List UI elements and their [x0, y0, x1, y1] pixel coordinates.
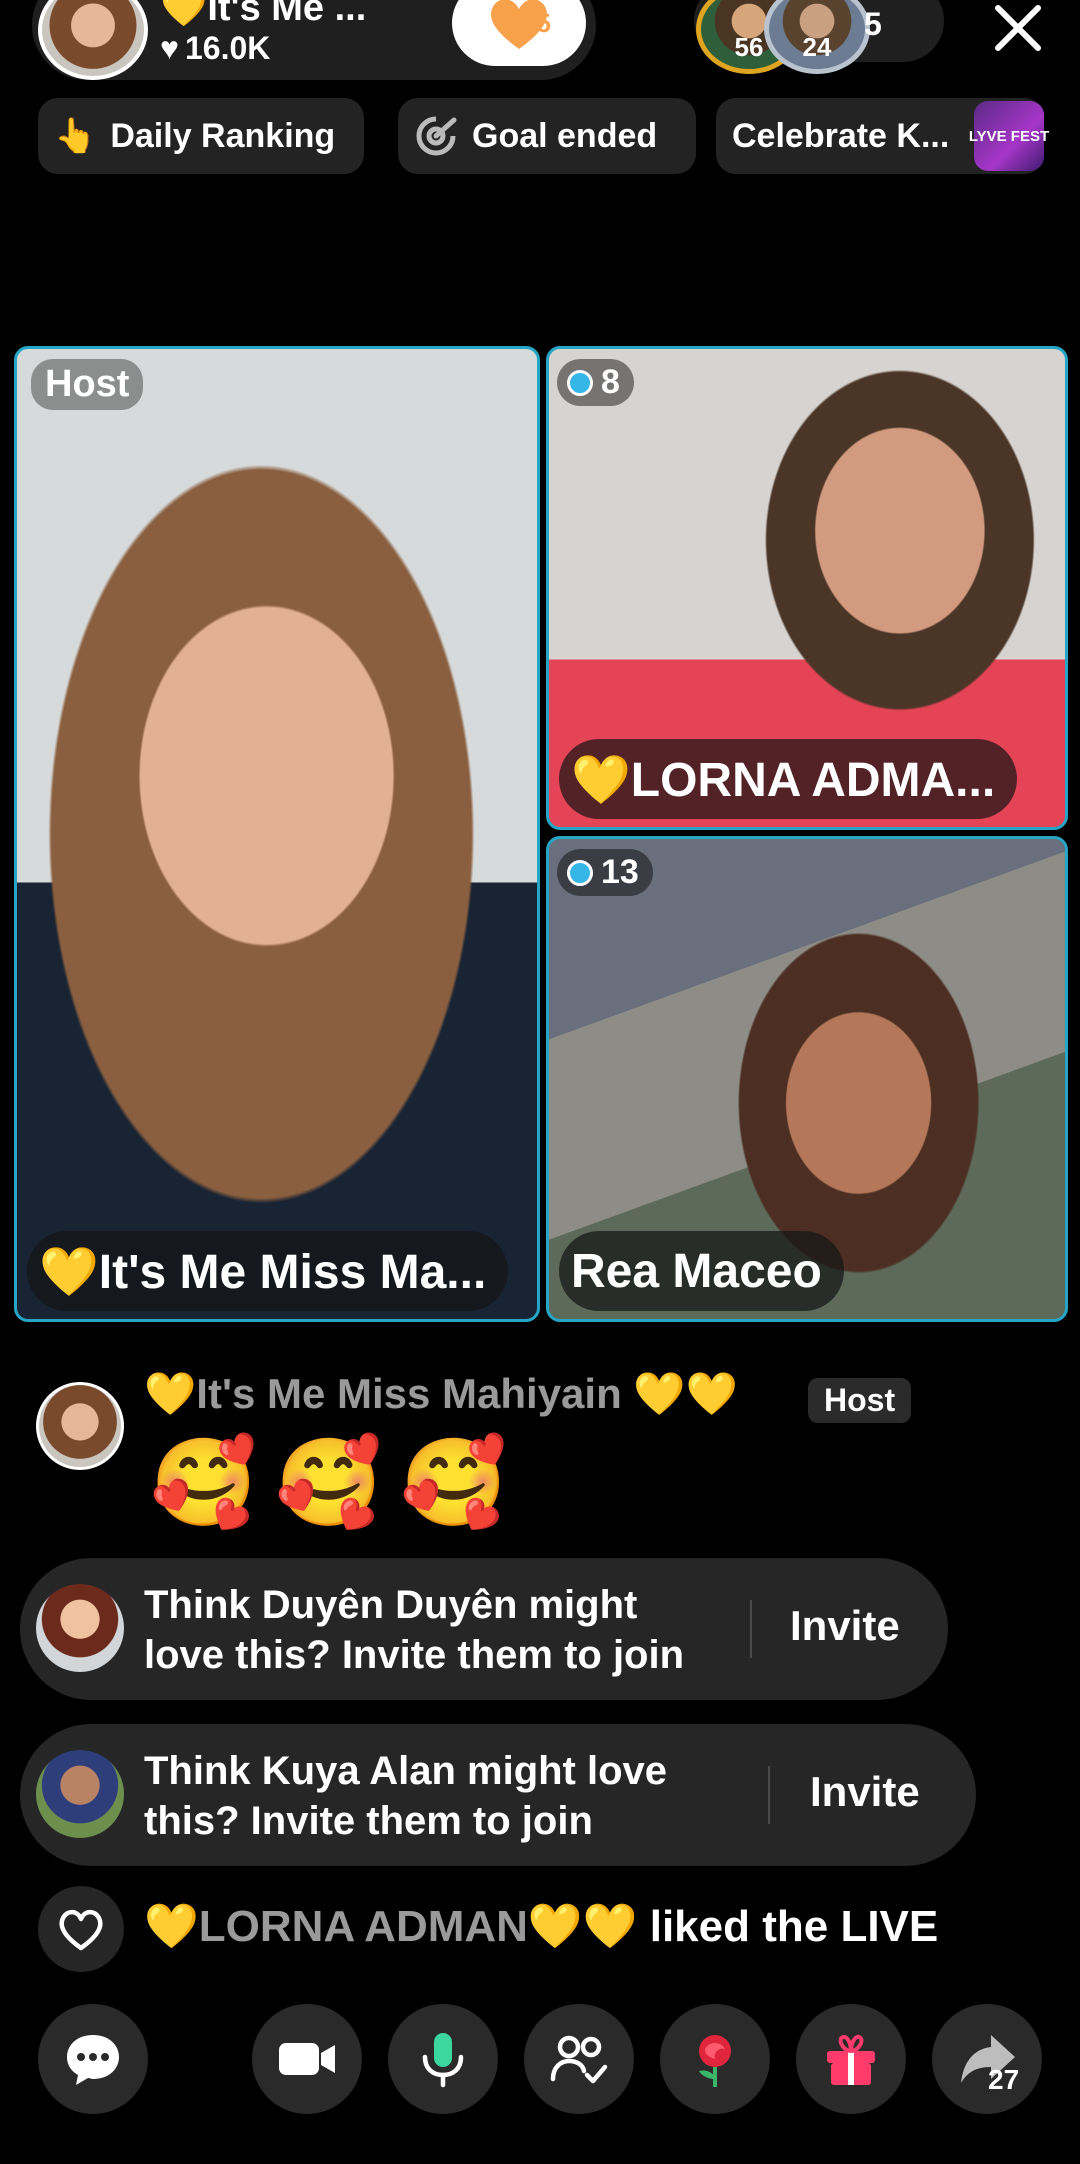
celebrate-label: Celebrate K... — [732, 116, 950, 155]
guest-video-tile[interactable]: 8 💛LORNA ADMA... — [546, 346, 1068, 830]
chat-sender-avatar[interactable] — [36, 1382, 124, 1470]
invite-button[interactable]: Invite — [810, 1768, 920, 1816]
daily-ranking-label: Daily Ranking — [110, 116, 336, 155]
host-likes: ♥ 16.0K — [160, 30, 270, 67]
guest-tile-name[interactable]: 💛LORNA ADMA... — [559, 739, 1018, 819]
host-tile-name[interactable]: 💛It's Me Miss Ma... — [27, 1231, 509, 1311]
goal-label: Goal ended — [472, 116, 658, 155]
invite-text-line: Think Duyên Duyên might — [144, 1583, 638, 1627]
rose-gift-button[interactable] — [660, 2004, 770, 2114]
gift-button[interactable] — [796, 2004, 906, 2114]
guest-rank-badge: 8 — [557, 359, 634, 406]
guest-rank-value: 8 — [601, 363, 620, 401]
invite-text-line: this? Invite them to join — [144, 1799, 593, 1843]
invite-text-line: Think Kuya Alan might love — [144, 1749, 668, 1793]
guest-tile-name[interactable]: Rea Maceo — [559, 1231, 844, 1311]
chat-message: 🥰🥰🥰 — [150, 1435, 526, 1531]
close-button[interactable] — [990, 0, 1046, 56]
heart-outline-icon — [59, 1909, 103, 1951]
camera-button[interactable] — [252, 2004, 362, 2114]
daily-ranking-chip[interactable]: 👆 Daily Ranking — [38, 98, 364, 174]
like-event-action: liked the LIVE — [637, 1902, 939, 1951]
comment-button[interactable] — [38, 2004, 148, 2114]
suggested-user-avatar — [36, 1750, 124, 1838]
viewer-badge: 24 — [802, 32, 832, 62]
invite-text: Think Kuya Alan might love this? Invite … — [144, 1746, 667, 1846]
close-icon — [995, 5, 1041, 51]
target-icon — [416, 116, 457, 156]
video-camera-icon — [279, 2043, 335, 2075]
invite-button[interactable]: Invite — [790, 1602, 900, 1650]
host-name: 💛It's Me ... — [160, 0, 367, 29]
people-check-icon — [550, 2035, 608, 2084]
like-event-user[interactable]: 💛LORNA ADMAN💛💛 — [144, 1902, 638, 1951]
guest-rank-badge: 13 — [557, 849, 653, 896]
viewer-badge: 56 — [734, 32, 764, 62]
invite-text: Think Duyên Duyên might love this? Invit… — [144, 1580, 684, 1680]
rose-icon — [699, 2035, 731, 2087]
invite-suggestion: Think Duyên Duyên might love this? Invit… — [20, 1558, 948, 1700]
divider — [768, 1766, 770, 1824]
invite-text-line: love this? Invite them to join — [144, 1633, 685, 1677]
share-count: 27 — [988, 2064, 1020, 2095]
rank-icon — [567, 369, 593, 396]
like-event-icon — [38, 1886, 124, 1972]
chat-bubble-icon — [67, 2035, 119, 2085]
guests-button[interactable] — [524, 2004, 634, 2114]
hand-icon: 👆 — [54, 117, 97, 155]
guest-rank-value: 13 — [601, 853, 639, 891]
rank-icon — [567, 859, 593, 886]
host-likes-count: 16.0K — [185, 30, 271, 66]
viewer-count[interactable]: 5 — [864, 6, 882, 43]
celebrate-chip[interactable]: Celebrate K... LYVE FEST — [716, 98, 1049, 174]
like-event-text: 💛LORNA ADMAN💛💛 liked the LIVE — [144, 1900, 938, 1952]
divider — [750, 1600, 752, 1658]
chat-sender-name[interactable]: 💛It's Me Miss Mahiyain 💛💛 — [144, 1370, 738, 1419]
invite-suggestion: Think Kuya Alan might love this? Invite … — [20, 1724, 976, 1866]
follow-button[interactable]: 15 — [452, 0, 586, 66]
microphone-button[interactable] — [388, 2004, 498, 2114]
goal-chip[interactable]: Goal ended — [398, 98, 696, 174]
host-tag: Host — [31, 359, 144, 410]
lyve-fest-logo: LYVE FEST — [969, 101, 1049, 171]
gift-box-icon — [827, 2034, 875, 2085]
microphone-icon — [422, 2033, 464, 2088]
suggested-user-avatar — [36, 1584, 124, 1672]
host-badge: Host — [808, 1378, 912, 1423]
heart-icon: ♥ — [160, 30, 179, 66]
follow-count: 15 — [522, 8, 551, 38]
host-video-tile[interactable]: Host 💛It's Me Miss Ma... — [14, 346, 540, 1322]
share-button[interactable] — [932, 2004, 1042, 2114]
guest-video-tile[interactable]: 13 Rea Maceo — [546, 836, 1068, 1322]
